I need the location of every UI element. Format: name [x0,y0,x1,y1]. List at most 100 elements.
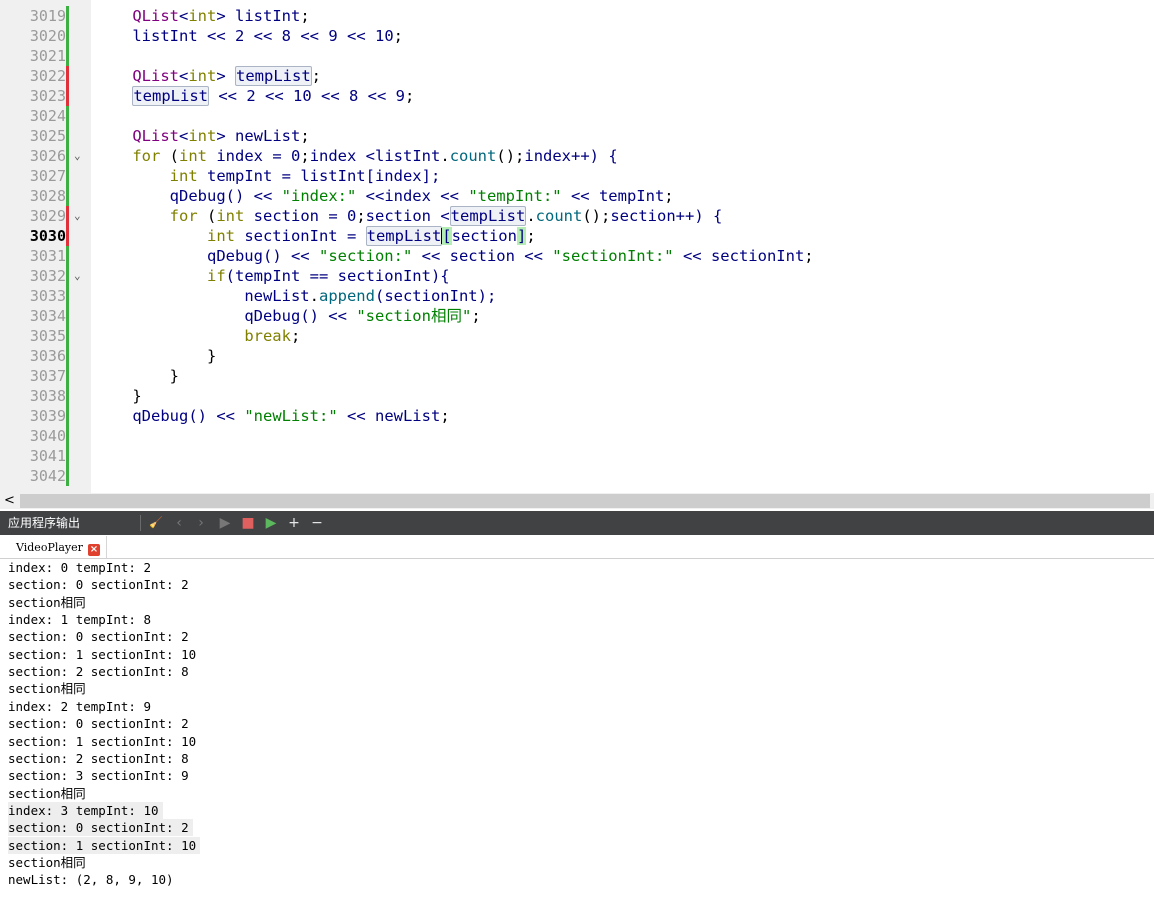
code-token: qDebug [132,407,189,425]
fold-chevron-icon[interactable]: ⌄ [74,146,81,166]
code-line[interactable]: } [95,346,216,366]
code-line[interactable]: for (int index = 0;index <listInt.count(… [95,146,618,166]
code-token: ; [471,307,481,325]
gutter-row[interactable]: 3038 [0,386,91,406]
scrollbar-thumb[interactable] [20,494,1150,508]
modified-line-marker [66,226,69,246]
code-token: ; [393,27,404,45]
code-line[interactable]: qDebug() << "section:" << section << "se… [95,246,814,266]
output-line: section相同 [8,681,86,697]
code-token: < [179,7,189,25]
gutter-row[interactable]: 3028 [0,186,91,206]
clear-icon[interactable]: 🧹 [147,511,165,535]
gutter-row[interactable]: 3023 [0,86,91,106]
fold-chevron-icon[interactable]: ⌄ [74,206,81,226]
code-token: ; [356,207,366,225]
code-line[interactable]: if(tempInt == sectionInt){ [95,266,450,286]
zoom-out-icon[interactable]: − [308,511,326,535]
code-token: 10 [375,27,394,45]
saved-line-marker [66,26,69,46]
code-token: tempList [235,66,312,86]
code-line[interactable]: int sectionInt = tempList[section]; [95,226,536,246]
stop-icon[interactable]: ■ [239,511,257,535]
code-line[interactable]: listInt << 2 << 8 << 9 << 10; [95,26,403,46]
code-line[interactable]: QList<int> tempList; [95,66,321,86]
line-number: 3036 [29,347,66,365]
code-line[interactable]: QList<int> newList; [95,126,309,146]
code-line[interactable]: qDebug() << "index:" <<index << "tempInt… [95,186,674,206]
line-number: 3038 [29,387,66,405]
output-line: index: 2 tempInt: 9 [8,698,151,714]
code-token: << [208,87,247,105]
gutter-row[interactable]: 3036 [0,346,91,366]
code-line[interactable]: for (int section = 0;section <tempList.c… [95,206,722,226]
code-line[interactable]: } [95,386,141,406]
line-number: 3035 [29,327,66,345]
gutter-row[interactable]: 3027 [0,166,91,186]
gutter-row[interactable]: 3025 [0,126,91,146]
close-icon[interactable]: × [87,544,100,556]
code-token: if [206,267,226,285]
gutter-row[interactable]: 3032 ⌄ [0,266,91,286]
code-line[interactable]: tempList << 2 << 10 << 8 << 9; [95,86,414,106]
horizontal-scrollbar[interactable]: < [0,493,1154,509]
gutter-row[interactable]: 3042 [0,466,91,486]
line-number-gutter[interactable]: 3019 3020 3021 3022 3023 3024 3025 3026 ⌄ 3027 302… [0,0,91,493]
output-line: section: 1 sectionInt: 10 [8,733,197,749]
code-line[interactable]: QList<int> listInt; [95,6,309,26]
gutter-row[interactable]: 3020 [0,26,91,46]
code-token: 2 [246,87,256,105]
gutter-row[interactable]: 3040 [0,426,91,446]
tab-videoplayer[interactable]: VideoPlayer × [6,536,107,558]
code-token: index << [384,187,469,205]
gutter-row[interactable]: 3019 [0,6,91,26]
gutter-row[interactable]: 3021 [0,46,91,66]
code-line[interactable]: int tempInt = listInt[index]; [95,166,441,186]
code-line[interactable]: break; [95,326,300,346]
gutter-row[interactable]: 3022 [0,66,91,86]
code-token: index++) { [524,147,618,165]
gutter-row[interactable]: 3031 [0,246,91,266]
scroll-left-arrow[interactable]: < [4,493,15,509]
saved-line-marker [66,446,69,466]
gutter-row[interactable]: 3037 [0,366,91,386]
code-token: << [197,27,235,45]
gutter-row[interactable]: 3039 [0,406,91,426]
gutter-row[interactable]: 3035 [0,326,91,346]
code-line[interactable]: newList.append(sectionInt); [95,286,496,306]
code-token: () << [188,407,245,425]
zoom-in-icon[interactable]: + [285,511,303,535]
code-token: [index]; [365,167,441,185]
gutter-row[interactable]: 3024 [0,106,91,126]
code-token: section = [244,207,347,225]
application-output[interactable]: index: 0 tempInt: 2 section: 0 sectionInt… [0,559,1154,902]
code-token: count [535,207,583,225]
code-token: << [291,27,329,45]
code-line[interactable]: } [95,366,179,386]
line-number: 3032 [29,267,66,285]
gutter-row[interactable]: 3034 [0,306,91,326]
fold-chevron-icon[interactable]: ⌄ [74,266,81,286]
gutter-row[interactable]: 3041 [0,446,91,466]
gutter-row[interactable]: 3029 ⌄ [0,206,91,226]
gutter-row[interactable]: 3026 ⌄ [0,146,91,166]
code-token: "section:" [318,247,413,265]
attach-debugger-icon[interactable]: ▶ [262,511,280,535]
saved-line-marker [66,106,69,126]
gutter-row[interactable]: 3033 [0,286,91,306]
code-area[interactable]: QList<int> listInt; listInt << 2 << 8 <<… [95,0,1154,493]
code-token: } [206,347,217,365]
code-line[interactable]: qDebug() << "newList:" << newList; [95,406,449,426]
gutter-row[interactable]: 3030 [0,226,91,246]
code-token: < [179,67,189,85]
code-line[interactable]: qDebug() << "section相同"; [95,306,481,326]
code-token: qDebug [206,247,263,265]
code-editor[interactable]: 3019 3020 3021 3022 3023 3024 3025 3026 ⌄ 3027 302… [0,0,1154,493]
